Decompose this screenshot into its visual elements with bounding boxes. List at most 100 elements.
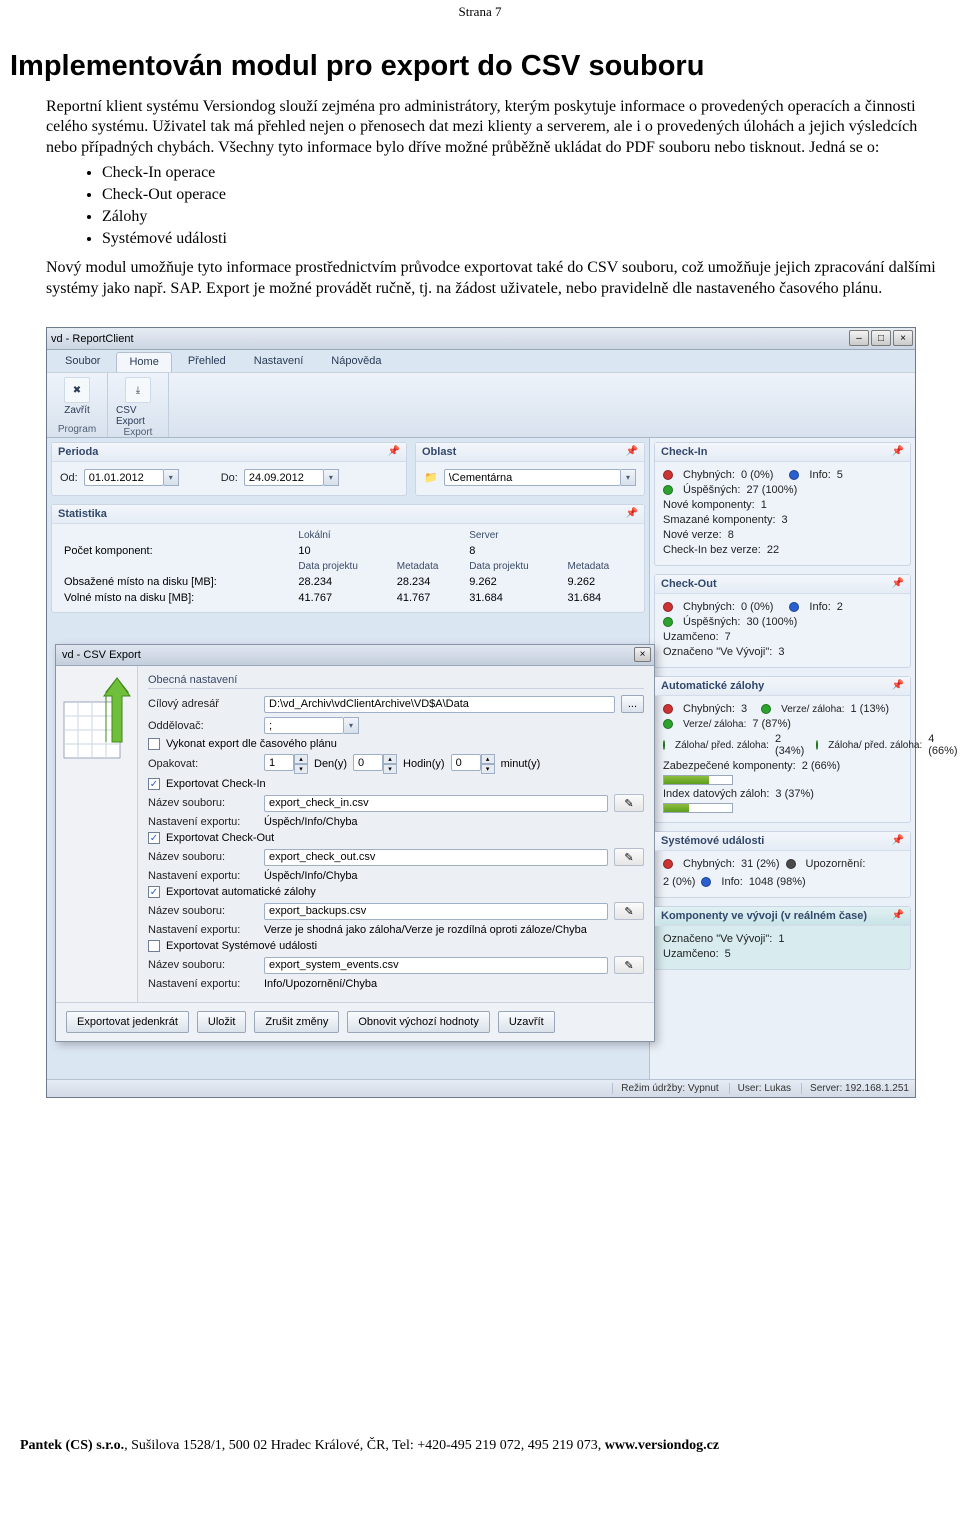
window-min-button[interactable]: – (849, 330, 869, 346)
window-max-button[interactable]: □ (871, 330, 891, 346)
stat-label: Označeno "Ve Vývoji": (663, 646, 772, 658)
tab-prehled[interactable]: Přehled (176, 352, 238, 372)
col-server: Server (465, 528, 636, 543)
cell-val: 28.234 (294, 574, 392, 590)
filename-label: Název souboru: (148, 905, 258, 917)
status-rezim: Režim údržby: Vypnut (612, 1083, 718, 1094)
komponent-local-val: 10 (294, 543, 465, 559)
stat-label: Info: (721, 876, 742, 888)
checkout-filename-input[interactable] (264, 849, 608, 866)
den-input[interactable] (264, 754, 294, 771)
checkin-filename-input[interactable] (264, 795, 608, 812)
checkin-set-val: Úspěch/Info/Chyba (264, 816, 358, 828)
stat-val: 8 (728, 529, 734, 541)
pin-icon[interactable]: 📌 (626, 508, 638, 519)
stat-val: 1 (778, 933, 784, 945)
ribbon: ✖ Zavřít Program ⤓ CSV Export Export (47, 372, 915, 438)
tab-soubor[interactable]: Soubor (53, 352, 112, 372)
dialog-titlebar: vd - CSV Export × (56, 645, 654, 666)
target-dir-input[interactable] (264, 696, 615, 713)
success-dot-icon (663, 617, 673, 627)
stat-label: Úspěšných: (683, 484, 740, 496)
checkout-checkbox[interactable]: ✓ (148, 832, 160, 844)
chevron-down-icon[interactable]: ▾ (164, 469, 179, 486)
close-icon: ✖ (64, 377, 90, 403)
stat-label: Úspěšných: (683, 616, 740, 628)
restore-defaults-button[interactable]: Obnovit výchozí hodnoty (347, 1011, 489, 1033)
checkin-card-title: Check-In📌 (655, 443, 910, 462)
plan-checkbox[interactable] (148, 738, 160, 750)
backup-filename-input[interactable] (264, 903, 608, 920)
chevron-down-icon[interactable]: ▾ (344, 717, 359, 734)
cell-val: 28.234 (393, 574, 465, 590)
edit-button[interactable]: ✎ (614, 956, 644, 974)
footer-company: Pantek (CS) s.r.o. (20, 1438, 124, 1453)
app-title: vd - ReportClient (51, 333, 134, 345)
chevron-down-icon[interactable]: ▾ (324, 469, 339, 486)
stat-label: Zabezpečené komponenty: (663, 760, 796, 772)
status-server: Server: 192.168.1.251 (801, 1083, 909, 1094)
stat-val: 3 (37%) (775, 788, 814, 800)
pencil-icon: ✎ (624, 797, 633, 810)
sysevents-checkbox[interactable] (148, 940, 160, 952)
tab-home[interactable]: Home (116, 352, 171, 372)
export-settings-label: Nastavení exportu: (148, 924, 258, 936)
chevron-down-icon[interactable]: ▾ (621, 469, 636, 486)
pencil-icon: ✎ (624, 959, 633, 972)
pin-icon[interactable]: 📌 (626, 446, 638, 457)
checkin-checkbox[interactable]: ✓ (148, 778, 160, 790)
ok-dot-icon (663, 719, 673, 729)
tab-nastaveni[interactable]: Nastavení (242, 352, 316, 372)
sysevents-filename-input[interactable] (264, 957, 608, 974)
export-settings-label: Nastavení exportu: (148, 870, 258, 882)
pin-icon[interactable]: 📌 (892, 680, 904, 691)
checkin-chk-label: Exportovat Check-In (166, 778, 266, 790)
export-once-button[interactable]: Exportovat jedenkrát (66, 1011, 189, 1033)
oblast-card-title: Oblast📌 (416, 443, 644, 462)
window-close-button[interactable]: × (893, 330, 913, 346)
dialog-close-button[interactable]: × (634, 647, 651, 662)
target-dir-label: Cílový adresář (148, 698, 258, 710)
pin-icon[interactable]: 📌 (892, 835, 904, 846)
minut-input[interactable] (451, 754, 481, 771)
col-lokalni: Lokální (294, 528, 465, 543)
close-dialog-button[interactable]: Uzavřít (498, 1011, 555, 1033)
oblast-input[interactable] (444, 469, 621, 486)
cell-val: 31.684 (564, 590, 636, 606)
cancel-button[interactable]: Zrušit změny (254, 1011, 339, 1033)
stat-val: 30 (100%) (746, 616, 797, 628)
hodin-input[interactable] (353, 754, 383, 771)
zalohy-card-title: Automatické zálohy📌 (655, 677, 910, 696)
close-button[interactable]: ✖ Zavřít (55, 375, 99, 416)
tab-napoveda[interactable]: Nápověda (319, 352, 393, 372)
pin-icon[interactable]: 📌 (388, 446, 400, 457)
separator-input[interactable] (264, 717, 344, 734)
error-dot-icon (663, 704, 673, 714)
window-titlebar: vd - ReportClient – □ × (47, 328, 915, 350)
pin-icon[interactable]: 📌 (892, 578, 904, 589)
stat-label: Nové komponenty: (663, 499, 755, 511)
save-button[interactable]: Uložit (197, 1011, 247, 1033)
pin-icon[interactable]: 📌 (892, 910, 904, 921)
minut-label: minut(y) (501, 758, 541, 770)
backup-set-val: Verze je shodná jako záloha/Verze je roz… (264, 924, 587, 936)
edit-button[interactable]: ✎ (614, 794, 644, 812)
od-date-input[interactable] (84, 469, 164, 486)
backup-checkbox[interactable]: ✓ (148, 886, 160, 898)
close-button-label: Zavřít (64, 405, 90, 416)
progress-bar (663, 803, 733, 813)
stat-label: Check-In bez verze: (663, 544, 761, 556)
pencil-icon: ✎ (624, 905, 633, 918)
browse-button[interactable]: ... (621, 695, 644, 713)
error-dot-icon (663, 470, 673, 480)
edit-button[interactable]: ✎ (614, 902, 644, 920)
stat-label: Info: (809, 469, 830, 481)
stat-label: Verze/ záloha: (781, 704, 844, 715)
csv-export-button[interactable]: ⤓ CSV Export (116, 375, 160, 427)
edit-button[interactable]: ✎ (614, 848, 644, 866)
warning-dot-icon (786, 859, 796, 869)
pin-icon[interactable]: 📌 (892, 446, 904, 457)
do-date-input[interactable] (244, 469, 324, 486)
stat-val: 22 (767, 544, 779, 556)
filename-label: Název souboru: (148, 959, 258, 971)
